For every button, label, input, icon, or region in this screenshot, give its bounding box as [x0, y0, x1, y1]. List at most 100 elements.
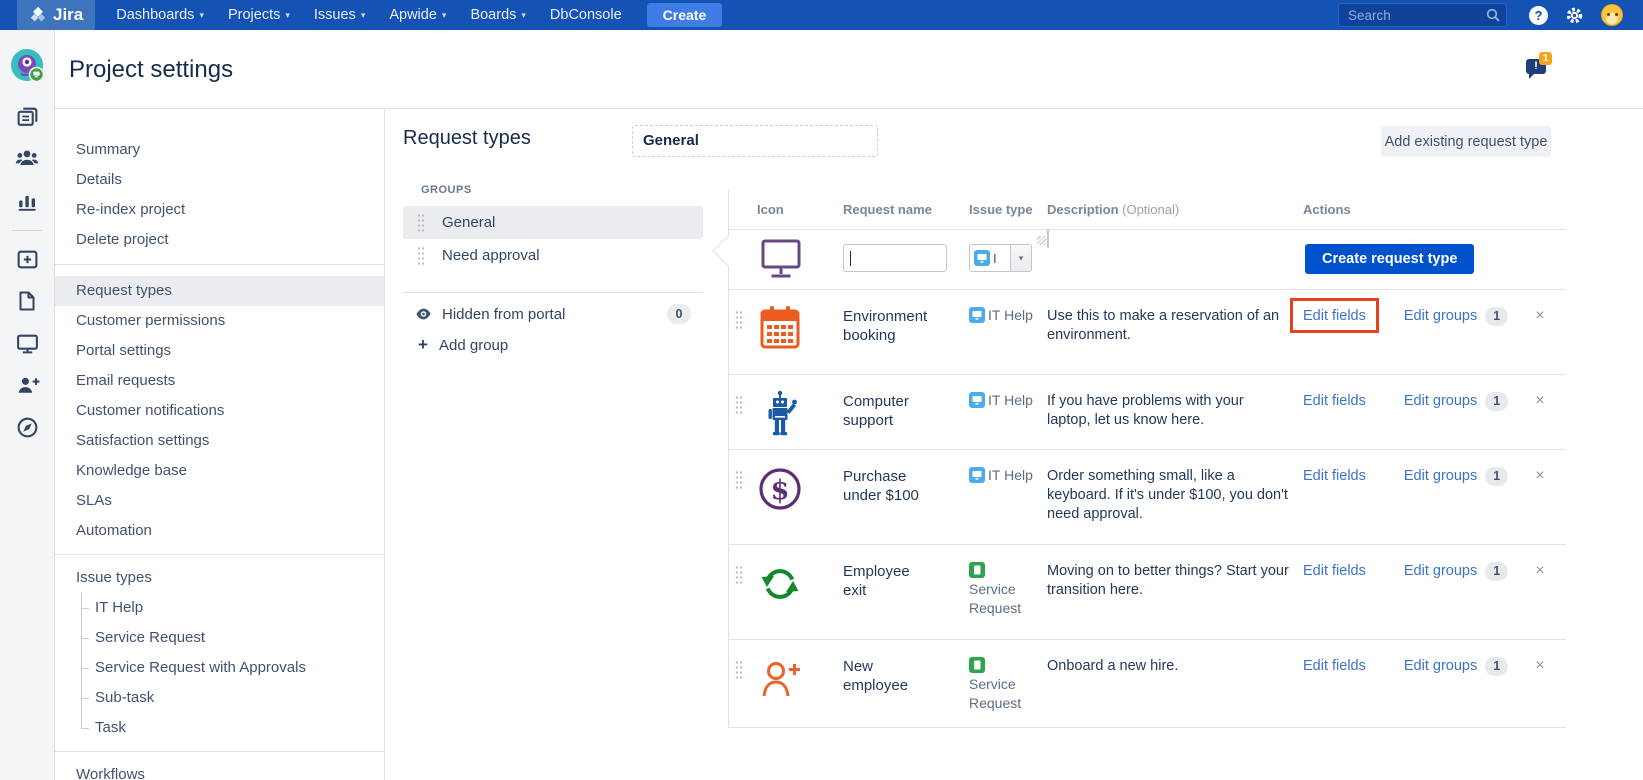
request-icon-picker-monitor-icon[interactable] [757, 236, 843, 287]
calendar-icon [757, 304, 843, 359]
invite-person-icon[interactable] [13, 371, 41, 399]
settings-item-portal-settings[interactable]: Portal settings [55, 336, 384, 366]
drag-handle-icon[interactable] [735, 660, 742, 679]
settings-item-slas[interactable]: SLAs [55, 486, 384, 516]
create-request-type-button[interactable]: Create request type [1305, 244, 1474, 274]
drag-handle-icon[interactable] [417, 213, 424, 232]
divider [55, 554, 384, 555]
drag-handle-icon[interactable] [417, 246, 424, 265]
remove-request-type-icon[interactable]: × [1535, 562, 1544, 580]
nav-boards[interactable]: Boards▾ [459, 0, 536, 30]
remove-request-type-icon[interactable]: × [1535, 307, 1544, 325]
settings-item-email-requests[interactable]: Email requests [55, 366, 384, 396]
edit-groups-link[interactable]: Edit groups [1404, 562, 1477, 581]
nav-dbconsole[interactable]: DbConsole [539, 0, 633, 30]
remove-request-type-icon[interactable]: × [1535, 657, 1544, 675]
drag-handle-icon[interactable] [735, 565, 742, 584]
eye-icon [415, 306, 432, 322]
settings-item-knowledge-base[interactable]: Knowledge base [55, 456, 384, 486]
issue-type-select[interactable]: I ▾ [969, 244, 1032, 272]
description-textarea[interactable] [1047, 229, 1049, 248]
user-avatar[interactable] [1601, 4, 1623, 26]
drag-handle-icon[interactable] [735, 395, 742, 414]
divider [403, 292, 703, 293]
request-description: Use this to make a reservation of an env… [1047, 307, 1303, 345]
edit-groups-link[interactable]: Edit groups [1404, 657, 1477, 676]
request-name-input[interactable] [843, 244, 947, 272]
drag-handle-icon[interactable] [735, 310, 742, 329]
edit-groups-link[interactable]: Edit groups [1404, 467, 1477, 486]
settings-item-automation[interactable]: Automation [55, 516, 384, 546]
issue-type-cell: IT Help [969, 306, 1033, 325]
settings-item-delete[interactable]: Delete project [55, 225, 384, 255]
search-input[interactable] [1338, 3, 1507, 27]
groups-count-badge: 1 [1485, 307, 1508, 326]
edit-fields-link[interactable]: Edit fields [1303, 392, 1366, 411]
issue-type-task[interactable]: Task [55, 713, 384, 743]
service-request-issue-type-icon [969, 657, 985, 673]
issue-type-sub-task[interactable]: Sub-task [55, 683, 384, 713]
table-row: $ Purchase under $100 IT Help Order some… [729, 450, 1566, 545]
group-item-general[interactable]: General [403, 206, 703, 239]
issue-type-cell: Service Request [969, 561, 1033, 618]
add-existing-request-type-button[interactable]: Add existing request type [1381, 126, 1551, 157]
add-group-button[interactable]: + Add group [403, 334, 703, 356]
monitor-icon[interactable] [13, 329, 41, 357]
remove-request-type-icon[interactable]: × [1535, 392, 1544, 410]
settings-item-workflows[interactable]: Workflows [55, 760, 384, 780]
groups-count-badge: 1 [1485, 657, 1508, 676]
col-description: Description (Optional) [1047, 202, 1303, 217]
queues-icon[interactable] [13, 102, 41, 130]
settings-item-details[interactable]: Details [55, 165, 384, 195]
edit-fields-link[interactable]: Edit fields [1303, 657, 1366, 676]
settings-item-issue-types[interactable]: Issue types [55, 563, 384, 593]
create-button[interactable]: Create [647, 3, 723, 27]
group-name-inline-edit[interactable]: General [632, 125, 878, 157]
col-issue-type: Issue type [969, 202, 1047, 217]
add-item-icon[interactable] [13, 245, 41, 273]
col-request-name: Request name [843, 202, 969, 217]
edit-fields-link[interactable]: Edit fields [1303, 467, 1366, 486]
hidden-from-portal-item[interactable]: Hidden from portal 0 [403, 303, 703, 325]
issue-type-service-request[interactable]: Service Request [55, 623, 384, 653]
nav-issues[interactable]: Issues▾ [303, 0, 376, 30]
feedback-bubble-icon[interactable]: ! 1 [1526, 54, 1556, 82]
settings-item-reindex[interactable]: Re-index project [55, 195, 384, 225]
issue-type-service-request-approvals[interactable]: Service Request with Approvals [55, 653, 384, 683]
gear-icon[interactable] [1565, 6, 1584, 25]
issue-type-it-help[interactable]: IT Help [55, 593, 384, 623]
groups-count-badge: 1 [1485, 467, 1508, 486]
nav-dashboards[interactable]: Dashboards▾ [105, 0, 215, 30]
project-sidebar-rail [0, 30, 55, 780]
settings-item-customer-notifications[interactable]: Customer notifications [55, 396, 384, 426]
edit-groups-link[interactable]: Edit groups [1404, 307, 1477, 326]
settings-item-summary[interactable]: Summary [55, 135, 384, 165]
project-avatar[interactable] [9, 47, 45, 88]
resize-handle[interactable] [1037, 236, 1046, 245]
service-request-issue-type-icon [969, 562, 985, 578]
groups-title: GROUPS [421, 184, 703, 196]
jira-logo[interactable]: Jira [17, 0, 95, 30]
help-icon[interactable]: ? [1529, 6, 1548, 25]
create-request-type-row: I ▾ Create request type [729, 230, 1566, 290]
edit-fields-link[interactable]: Edit fields [1303, 308, 1366, 324]
chevron-down-icon: ▾ [199, 10, 204, 21]
compass-icon[interactable] [13, 413, 41, 441]
settings-item-customer-permissions[interactable]: Customer permissions [55, 306, 384, 336]
drag-handle-icon[interactable] [735, 470, 742, 489]
group-item-need-approval[interactable]: Need approval [403, 239, 703, 272]
nav-apwide[interactable]: Apwide▾ [378, 0, 457, 30]
robot-icon [757, 389, 843, 444]
customers-icon[interactable] [13, 144, 41, 172]
dropdown-arrow-icon[interactable]: ▾ [1010, 245, 1031, 271]
settings-item-satisfaction-settings[interactable]: Satisfaction settings [55, 426, 384, 456]
settings-nav: Summary Details Re-index project Delete … [55, 109, 385, 780]
chevron-down-icon: ▾ [285, 10, 290, 21]
nav-projects[interactable]: Projects▾ [217, 0, 301, 30]
settings-item-request-types[interactable]: Request types [55, 276, 384, 306]
edit-fields-link[interactable]: Edit fields [1303, 562, 1366, 581]
reports-icon[interactable] [13, 186, 41, 214]
remove-request-type-icon[interactable]: × [1535, 467, 1544, 485]
document-icon[interactable] [13, 287, 41, 315]
edit-groups-link[interactable]: Edit groups [1404, 392, 1477, 411]
